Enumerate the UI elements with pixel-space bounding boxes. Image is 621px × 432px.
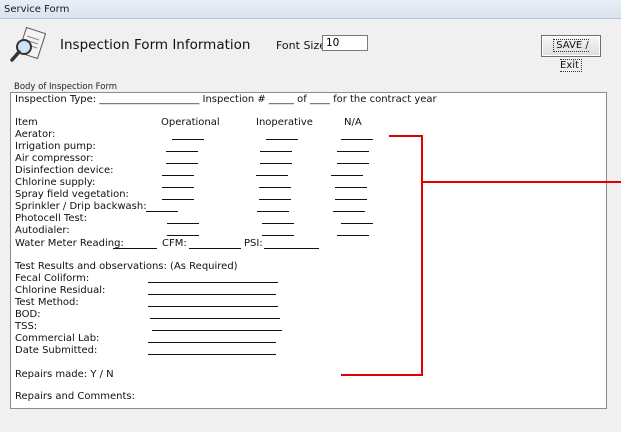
blank-line [260,163,292,164]
test-label: Chlorine Residual: [15,285,106,296]
blank-line [256,175,288,176]
item-label: Aerator: [15,129,56,140]
col-header-na: N/A [344,117,362,128]
blank-line [337,151,369,152]
blank-line [162,175,194,176]
bracket-spine [421,135,423,376]
item-label: Air compressor: [15,153,94,164]
bracket-bottom [341,374,423,376]
blank-line [262,235,294,236]
item-label: Spray field vegetation: [15,189,129,200]
blank-line [148,282,278,283]
save-exit-button[interactable]: SAVE / Exit [541,35,601,72]
test-results-heading: Test Results and observations: (As Requi… [15,261,238,272]
blank-line [335,187,367,188]
blank-line [148,306,278,307]
item-label: Photocell Test: [15,213,87,224]
bracket-pointer [421,181,621,183]
blank-line [166,151,198,152]
blank-line [113,248,157,249]
water-meter-label: Water Meter Reading: [15,238,124,249]
item-label: Disinfection device: [15,165,114,176]
blank-line [189,248,241,249]
blank-line [148,354,276,355]
blank-line [166,163,198,164]
blank-line [333,211,365,212]
blank-line [148,294,276,295]
item-label: Chlorine supply: [15,177,96,188]
inspection-type-line: Inspection Type: ____________________ In… [15,94,437,105]
bracket-top [389,135,423,137]
cfm-label: CFM: [162,238,187,249]
test-label: Fecal Coliform: [15,273,90,284]
body-label: Body of Inspection Form [14,82,118,92]
blank-line [262,223,294,224]
test-label: BOD: [15,309,41,320]
blank-line [264,248,319,249]
test-label: Date Submitted: [15,345,98,356]
save-exit-label: SAVE / Exit [553,39,589,72]
inspection-form-body[interactable]: Inspection Type: ____________________ In… [10,92,607,409]
test-label: TSS: [15,321,38,332]
item-label: Sprinkler / Drip backwash: [15,201,147,212]
form-header: Inspection Form Information Font Size: S… [0,20,621,74]
blank-line [259,187,291,188]
blank-line [337,235,369,236]
window-titlebar: Service Form [0,0,621,19]
col-header-inoperative: Inoperative [256,117,313,128]
blank-line [335,199,367,200]
test-label: Commercial Lab: [15,333,100,344]
blank-line [259,199,291,200]
magnifier-document-icon [10,27,46,62]
blank-line [341,139,373,140]
font-size-input[interactable] [322,35,368,51]
blank-line [162,187,194,188]
blank-line [331,175,363,176]
repairs-made-label: Repairs made: Y / N [15,369,114,380]
window-title: Service Form [4,4,70,15]
blank-line [337,163,369,164]
blank-line [152,330,282,331]
test-label: Test Method: [15,297,79,308]
blank-line [146,211,178,212]
blank-line [172,139,204,140]
col-header-operational: Operational [161,117,220,128]
item-label: Autodialer: [15,225,70,236]
repairs-comments-label: Repairs and Comments: [15,391,135,402]
form-title: Inspection Form Information [60,37,251,53]
blank-line [167,235,199,236]
blank-line [167,223,199,224]
psi-label: PSI: [244,238,263,249]
blank-line [150,318,280,319]
blank-line [260,151,292,152]
col-header-item: Item [15,117,38,128]
item-label: Irrigation pump: [15,141,96,152]
blank-line [257,211,289,212]
blank-line [162,199,194,200]
blank-line [341,223,373,224]
blank-line [266,139,298,140]
blank-line [148,342,276,343]
